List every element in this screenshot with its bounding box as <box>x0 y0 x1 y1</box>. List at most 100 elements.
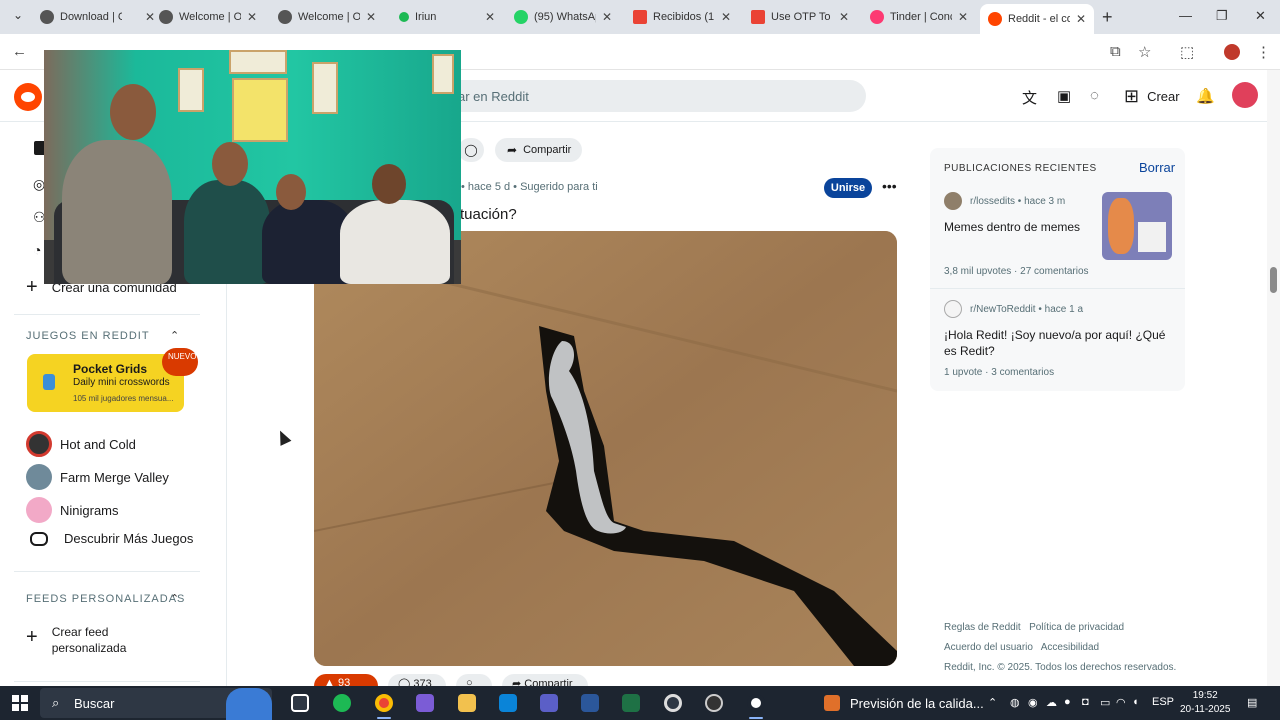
comments-button[interactable]: ◯ <box>458 138 484 162</box>
language-indicator[interactable]: ESP <box>1152 696 1174 708</box>
weather-widget[interactable]: Previsión de la calida... <box>824 695 984 711</box>
iriun-webcam-icon[interactable] <box>747 694 765 712</box>
post-title[interactable]: tuación? <box>460 206 517 223</box>
chrome-icon[interactable] <box>375 694 393 712</box>
file-explorer-icon[interactable] <box>458 694 476 712</box>
new-tab-button[interactable]: + <box>1102 7 1113 28</box>
browser-tab[interactable]: Use OTP To P ✕ <box>751 6 849 28</box>
footer-link[interactable]: Acuerdo del usuario <box>944 642 1033 653</box>
recent-subreddit[interactable]: r/lossedits • hace 3 m <box>970 196 1065 207</box>
profile-avatar-icon[interactable] <box>1224 44 1240 60</box>
tab-close-icon[interactable]: ✕ <box>721 10 731 24</box>
chat-icon[interactable]: ◌ <box>1090 87 1099 104</box>
browser-tab[interactable]: (95) WhatsAp ✕ <box>514 6 612 28</box>
footer-link[interactable]: Política de privacidad <box>1029 622 1124 633</box>
more-options-icon[interactable]: ••• <box>882 178 897 194</box>
browser-tab[interactable]: Recibidos (1 ✕ <box>633 6 731 28</box>
tab-close-icon[interactable]: ✕ <box>247 10 257 24</box>
scrollbar-thumb[interactable] <box>1270 267 1277 293</box>
copilot-icon[interactable] <box>416 694 434 712</box>
sidebar-item-ninigrams[interactable]: Ninigrams <box>26 497 119 523</box>
tab-close-icon[interactable]: ✕ <box>145 10 155 24</box>
chrome-menu-icon[interactable]: ⋮ <box>1256 43 1271 61</box>
recent-subreddit[interactable]: r/NewToReddit • hace 1 a <box>970 304 1083 315</box>
teams-icon[interactable] <box>540 694 558 712</box>
featured-game-card[interactable]: Pocket Grids Daily mini crosswords 105 m… <box>27 354 184 412</box>
word-icon[interactable] <box>581 694 599 712</box>
upvote-button[interactable]: ▲ 93 <box>314 674 378 686</box>
cast-icon[interactable]: ⧉ <box>1110 43 1121 60</box>
volume-icon[interactable]: ◖ <box>1132 696 1139 708</box>
award-button[interactable]: ○ <box>456 674 492 686</box>
create-post-button[interactable]: ⊞ Crear <box>1124 86 1180 107</box>
maximize-icon[interactable]: ❐ <box>1216 8 1228 24</box>
tab-close-icon[interactable]: ✕ <box>602 10 612 24</box>
tray-cloud-icon[interactable]: ☁ <box>1046 696 1057 709</box>
browser-tab-active[interactable]: Reddit - el co ✕ <box>980 4 1094 34</box>
tab-close-icon[interactable]: ✕ <box>1076 12 1086 26</box>
outlook-icon[interactable] <box>499 694 517 712</box>
share-button[interactable]: ➦ Compartir <box>495 138 582 162</box>
show-hidden-icons-chevron-icon[interactable]: ⌃ <box>988 696 997 709</box>
webcam-overlay[interactable] <box>44 50 461 284</box>
create-feed-link[interactable]: + Crear feed personalizada <box>26 624 142 656</box>
browser-tab[interactable]: Iriun ✕ <box>397 6 495 28</box>
recent-post-thumbnail[interactable] <box>1102 192 1172 260</box>
chevron-up-icon[interactable]: ⌃ <box>170 329 179 342</box>
search-input[interactable]: ar en Reddit <box>440 80 866 112</box>
spotify-icon[interactable] <box>333 694 351 712</box>
feeds-section-title[interactable]: FEEDS PERSONALIZADAS <box>26 593 185 605</box>
tab-search-chevron-icon[interactable]: ⌄ <box>8 8 28 26</box>
tab-close-icon[interactable]: ✕ <box>839 10 849 24</box>
footer-link[interactable]: Accesibilidad <box>1041 642 1099 653</box>
recent-post-title[interactable]: Memes dentro de memes <box>944 219 1094 235</box>
recent-post-title[interactable]: ¡Hola Redit! ¡Soy nuevo/a por aquí! ¿Qué… <box>944 327 1174 359</box>
sidebar-item-farm-merge-valley[interactable]: Farm Merge Valley <box>26 464 169 490</box>
games-section-title[interactable]: JUEGOS EN REDDIT <box>26 330 150 342</box>
page-scrollbar[interactable] <box>1267 70 1280 686</box>
windows-start-icon[interactable] <box>12 695 28 711</box>
wifi-icon[interactable]: ◠ <box>1116 696 1126 709</box>
minimize-icon[interactable]: — <box>1179 8 1192 23</box>
post-image[interactable] <box>314 231 897 666</box>
tray-app-icon[interactable]: ◍ <box>1010 696 1020 709</box>
window-close-icon[interactable]: ✕ <box>1255 8 1266 24</box>
tab-close-icon[interactable]: ✕ <box>485 10 495 24</box>
notifications-bell-icon[interactable]: 🔔 <box>1196 87 1215 105</box>
battery-icon[interactable]: ▭ <box>1100 696 1110 709</box>
obs-icon[interactable] <box>705 694 723 712</box>
advertise-icon[interactable]: ▣ <box>1057 87 1071 105</box>
footer-link[interactable]: Reglas de Reddit <box>944 622 1021 633</box>
browser-tab[interactable]: Download | C ✕ <box>40 6 155 28</box>
explore-icon[interactable]: ◔ <box>33 242 41 258</box>
tray-app-icon[interactable]: ◉ <box>1028 696 1038 709</box>
system-clock[interactable]: 19:52 20-11-2025 <box>1180 689 1230 717</box>
bookmark-star-icon[interactable]: ☆ <box>1138 43 1151 61</box>
reddit-logo-icon[interactable] <box>14 83 42 111</box>
tray-app-icon[interactable]: ◘ <box>1082 696 1089 708</box>
tab-close-icon[interactable]: ✕ <box>958 10 968 24</box>
comments-count-button[interactable]: ◯ 373 <box>388 674 446 686</box>
subreddit-avatar[interactable] <box>944 192 962 210</box>
browser-tab[interactable]: Welcome | O ✕ <box>278 6 376 28</box>
clear-recent-button[interactable]: Borrar <box>1139 160 1175 175</box>
extensions-icon[interactable]: ⬚ <box>1180 43 1194 61</box>
excel-icon[interactable] <box>622 694 640 712</box>
back-arrow-icon[interactable]: ← <box>12 43 27 60</box>
join-button[interactable]: Unirse <box>824 178 872 198</box>
subreddit-avatar[interactable] <box>944 300 962 318</box>
chevron-up-icon[interactable]: ⌃ <box>170 592 179 605</box>
sidebar-item-discover-games[interactable]: Descubrir Más Juegos <box>26 531 193 546</box>
sidebar-item-hot-and-cold[interactable]: Hot and Cold <box>26 431 136 457</box>
share-button-bottom[interactable]: ➦ Compartir <box>502 674 588 686</box>
subreddit-name[interactable]: r/NewToReddit <box>970 304 1036 315</box>
settings-gear-icon[interactable] <box>664 694 682 712</box>
subreddit-name[interactable]: r/lossedits <box>970 196 1015 207</box>
tray-app-icon[interactable]: ● <box>1064 696 1071 708</box>
translate-icon[interactable]: 文 <box>1022 87 1037 108</box>
tab-close-icon[interactable]: ✕ <box>366 10 376 24</box>
task-view-icon[interactable] <box>291 694 309 712</box>
user-avatar[interactable] <box>1232 82 1258 108</box>
browser-tab[interactable]: Tinder | Conc ✕ <box>870 6 968 28</box>
browser-tab[interactable]: Welcome | O ✕ <box>159 6 257 28</box>
